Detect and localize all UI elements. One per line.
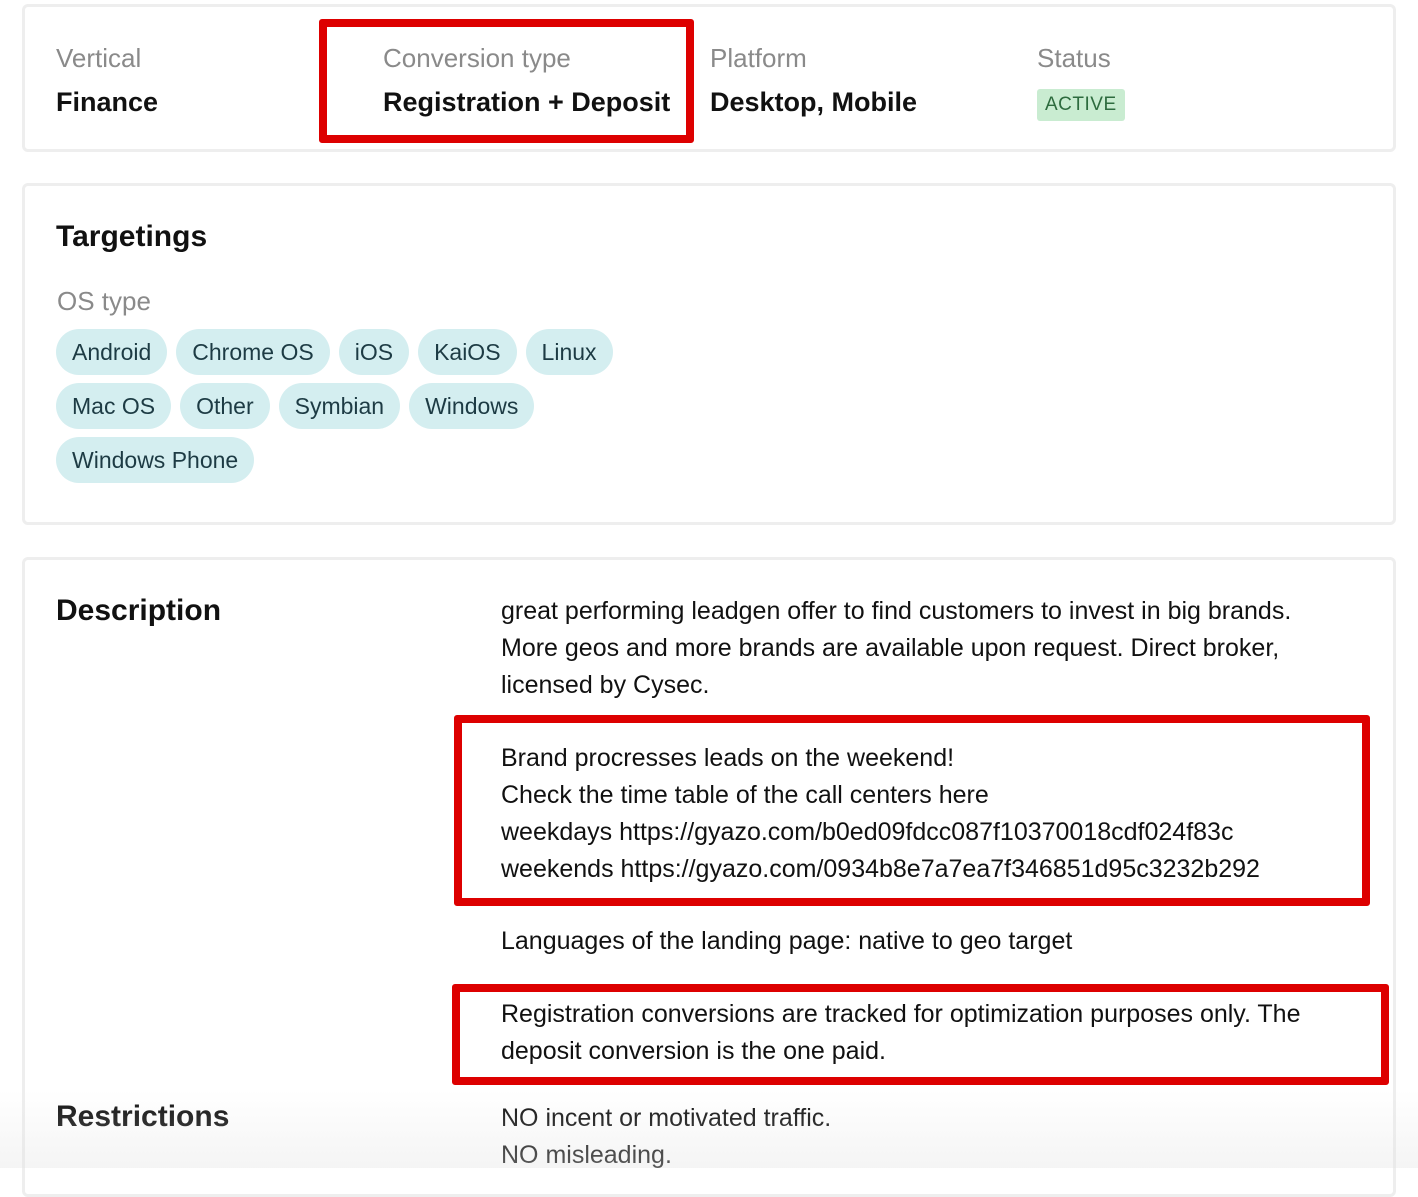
restrictions-list: NO incent or motivated traffic. NO misle… [501,1100,1381,1174]
platform-value: Desktop, Mobile [710,87,918,117]
os-type-label: OS type [57,286,151,316]
restrictions-title: Restrictions [56,1100,230,1133]
os-type-chip: KaiOS [418,329,517,375]
offer-summary-card: Vertical Finance Conversion type Registr… [22,4,1396,152]
os-type-chip: Windows [409,383,535,429]
description-line: Check the time table of the call centers… [501,781,989,809]
conversion-type-value: Registration + Deposit [383,87,671,117]
description-title: Description [56,594,222,627]
description-paragraph-languages: Languages of the landing page: native to… [501,923,1381,960]
description-line: deposit conversion is the one paid. [501,1037,886,1065]
weekends-link-line: weekends https://gyazo.com/0934b8e7a7ea7… [501,855,1260,883]
description-line: licensed by Cysec. [501,671,710,699]
conversion-type-label: Conversion type [383,43,571,73]
description-paragraph-weekend: Brand procresses leads on the weekend! C… [501,740,1381,888]
vertical-field: Vertical Finance [56,43,158,118]
status-field: Status ACTIVE [1037,43,1125,121]
description-paragraph-intro: great performing leadgen offer to find c… [501,593,1381,704]
description-line: Languages of the landing page: native to… [501,927,1073,955]
os-type-chip: Chrome OS [176,329,330,375]
os-type-chip: Symbian [278,383,401,429]
os-type-chip-list: Android Chrome OS iOS KaiOS Linux Mac OS Other… [56,329,676,483]
targetings-card: Targetings OS type Android Chrome OS iOS Ka… [22,183,1396,525]
conversion-type-field: Conversion type Registration + Deposit [383,43,670,118]
description-line: Registration conversions are tracked for… [501,1000,1301,1028]
description-line: More geos and more brands are available … [501,634,1280,662]
os-type-chip: Windows Phone [56,437,255,483]
status-badge: ACTIVE [1037,89,1125,121]
restriction-line: NO incent or motivated traffic. [501,1104,832,1132]
targetings-title: Targetings [56,220,208,253]
os-type-chip: Other [180,383,270,429]
platform-field: Platform Desktop, Mobile [710,43,917,118]
description-line: great performing leadgen offer to find c… [501,597,1292,625]
restriction-line: NO misleading. [501,1141,672,1169]
description-paragraph-conversions: Registration conversions are tracked for… [501,996,1381,1070]
vertical-value: Finance [56,87,159,117]
weekdays-link-line: weekdays https://gyazo.com/b0ed09fdcc087… [501,818,1234,846]
vertical-label: Vertical [56,43,142,73]
os-type-chip: Linux [525,329,613,375]
status-label: Status [1037,43,1111,73]
os-type-chip: Android [56,329,168,375]
os-type-chip: iOS [338,329,410,375]
description-card: Description great performing leadgen off… [22,557,1396,1197]
description-line: Brand procresses leads on the weekend! [501,744,955,772]
os-type-chip: Mac OS [56,383,172,429]
platform-label: Platform [710,43,807,73]
